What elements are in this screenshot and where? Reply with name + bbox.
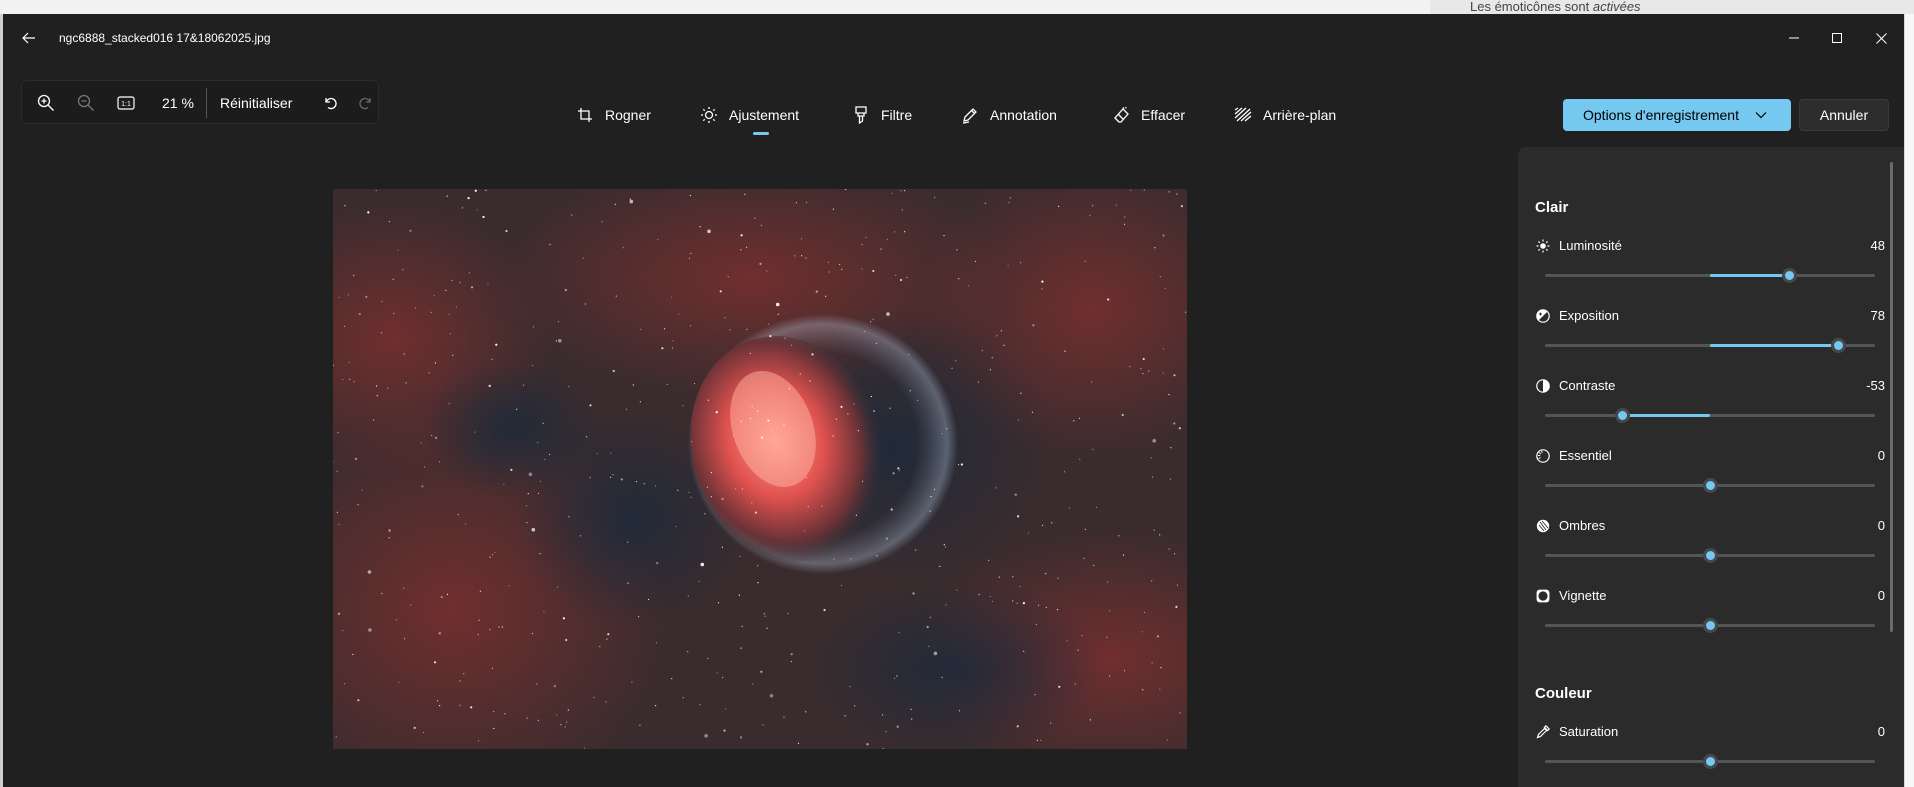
close-button[interactable] <box>1858 22 1904 54</box>
contrast-icon <box>1535 378 1551 394</box>
zoom-level: 21 % <box>162 95 194 111</box>
adjustment-essentiel: Essentiel 0 <box>1535 448 1887 508</box>
zoom-out-icon <box>77 94 94 111</box>
slider-thumb[interactable] <box>1831 338 1847 353</box>
eyedropper-icon <box>1535 724 1551 740</box>
adjustment-vignette: Vignette 0 <box>1535 588 1887 648</box>
background-icon <box>1234 106 1252 124</box>
section-title-clair: Clair <box>1535 199 1569 216</box>
zoom-in-button[interactable] <box>30 87 62 119</box>
slider-fill <box>1622 414 1710 417</box>
vignette-icon <box>1535 588 1551 604</box>
adjustment-label: Vignette <box>1559 588 1607 603</box>
toolbar-divider <box>206 88 207 118</box>
slider-thumb[interactable] <box>1781 268 1797 283</box>
adjustment-value: -53 <box>1866 378 1885 393</box>
exposure-icon <box>1535 308 1551 324</box>
crop-icon <box>576 106 594 124</box>
brightness-icon <box>700 106 718 124</box>
title-bar: ngc6888_stacked016 17&18062025.jpg <box>3 14 1904 62</box>
zoom-in-icon <box>37 94 54 111</box>
adjustment-contraste: Contraste -53 <box>1535 378 1887 438</box>
eraser-icon <box>1112 106 1130 124</box>
active-tab-indicator <box>753 132 769 135</box>
tab-effacer[interactable]: Effacer <box>1112 105 1185 125</box>
adjustment-saturation: Saturation 0 <box>1535 724 1887 784</box>
cancel-button[interactable]: Annuler <box>1799 99 1889 131</box>
view-toolbar: 1:1 21 % Réinitialiser <box>21 80 379 124</box>
pen-icon <box>961 106 979 124</box>
section-title-couleur: Couleur <box>1535 685 1592 702</box>
undo-icon <box>325 97 337 110</box>
slider-thumb[interactable] <box>1702 754 1718 769</box>
slider-track[interactable] <box>1545 414 1875 417</box>
redo-button[interactable] <box>350 87 382 119</box>
panel-scrollbar[interactable] <box>1890 162 1893 632</box>
redo-icon <box>359 97 371 110</box>
zoom-out-button[interactable] <box>70 87 102 119</box>
nebula-image <box>333 189 1187 749</box>
adjustment-value: 48 <box>1870 238 1885 253</box>
tab-label: Arrière-plan <box>1263 107 1337 123</box>
minimize-button[interactable] <box>1771 22 1817 54</box>
adjustment-label: Luminosité <box>1559 238 1622 253</box>
slider-fill <box>1710 274 1790 277</box>
slider-thumb[interactable] <box>1702 618 1718 633</box>
tab-label: Effacer <box>1141 107 1186 123</box>
tab-label: Rogner <box>605 107 651 123</box>
adjustment-value: 0 <box>1877 588 1885 603</box>
tab-label: Annotation <box>990 107 1057 123</box>
close-icon <box>1875 32 1887 44</box>
adjustment-luminosite: Luminosité 48 <box>1535 238 1887 298</box>
background-notification-text: Les émoticônes sont <box>1470 0 1593 14</box>
adjustment-label: Saturation <box>1559 724 1619 739</box>
svg-text:1:1: 1:1 <box>121 101 131 108</box>
adjustment-value: 78 <box>1870 308 1885 323</box>
maximize-button[interactable] <box>1814 22 1860 54</box>
shadows-icon <box>1535 518 1551 534</box>
undo-button[interactable] <box>314 87 346 119</box>
adjustment-value: 0 <box>1877 518 1885 533</box>
tab-ajustement[interactable]: Ajustement <box>700 105 799 125</box>
save-options-label: Options d'enregistrement <box>1583 107 1739 123</box>
adjustment-ombres: Ombres 0 <box>1535 518 1887 578</box>
minimize-icon <box>1789 37 1799 39</box>
adjustment-value: 0 <box>1877 448 1885 463</box>
tab-annotation[interactable]: Annotation <box>961 105 1057 125</box>
adjustment-label: Exposition <box>1559 308 1619 323</box>
arrow-left-icon <box>22 32 35 44</box>
actual-size-icon: 1:1 <box>117 96 135 110</box>
filter-icon <box>852 106 870 124</box>
tab-arriere-plan[interactable]: Arrière-plan <box>1234 105 1336 125</box>
slider-thumb[interactable] <box>1702 548 1718 563</box>
tab-label: Ajustement <box>729 107 800 123</box>
brightness-icon <box>1535 238 1551 254</box>
adjustment-label: Ombres <box>1559 518 1606 533</box>
tab-label: Filtre <box>881 107 913 123</box>
slider-fill <box>1710 344 1839 347</box>
adjustment-value: 0 <box>1877 724 1885 739</box>
background-notification-emphasis: activées <box>1592 0 1641 14</box>
background-right-edge <box>1904 14 1914 787</box>
chevron-down-icon <box>1755 112 1767 119</box>
tab-filtre[interactable]: Filtre <box>852 105 912 125</box>
adjustment-label: Essentiel <box>1559 448 1612 463</box>
slider-thumb[interactable] <box>1615 408 1631 423</box>
photos-editor-window: ngc6888_stacked016 17&18062025.jpg 1:1 2… <box>3 14 1904 787</box>
highlights-icon <box>1535 448 1551 464</box>
actual-size-button[interactable]: 1:1 <box>110 87 142 119</box>
reset-button[interactable]: Réinitialiser <box>220 95 292 111</box>
file-name: ngc6888_stacked016 17&18062025.jpg <box>59 31 271 45</box>
background-notification: Les émoticônes sont activées <box>1430 0 1914 14</box>
adjustment-panel: Clair Luminosité 48 Exposition 78 Contra… <box>1518 147 1904 787</box>
back-button[interactable] <box>15 26 43 50</box>
image-canvas[interactable] <box>333 189 1187 749</box>
adjustment-exposition: Exposition 78 <box>1535 308 1887 368</box>
slider-thumb[interactable] <box>1702 478 1718 493</box>
maximize-icon <box>1832 33 1842 43</box>
tab-rogner[interactable]: Rogner <box>576 105 651 125</box>
save-options-button[interactable]: Options d'enregistrement <box>1563 99 1791 131</box>
adjustment-label: Contraste <box>1559 378 1616 393</box>
